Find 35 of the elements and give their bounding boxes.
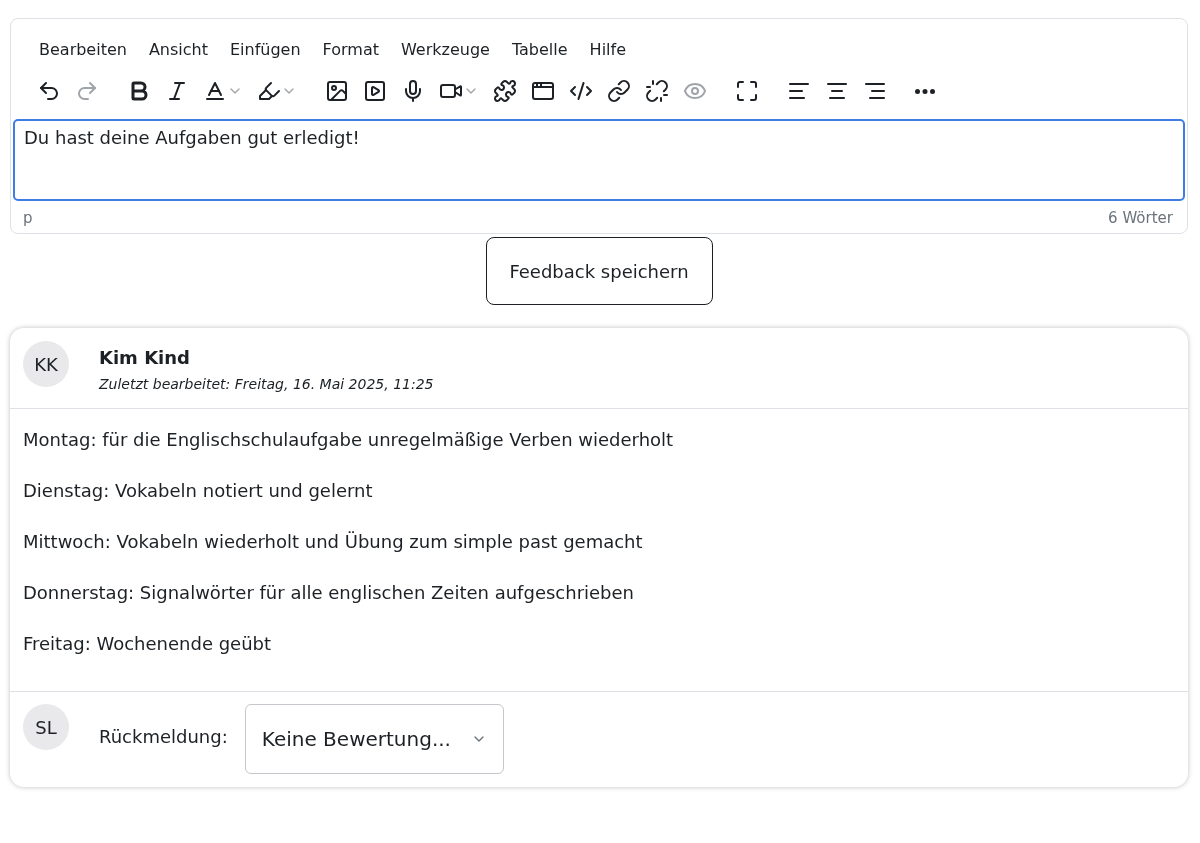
menu-item[interactable]: Hilfe: [589, 40, 626, 59]
menu-item[interactable]: Ansicht: [148, 40, 208, 59]
menu-item[interactable]: Format: [322, 40, 379, 59]
entry-text: Mittwoch: Vokabeln wiederholt und Übung zum simple past gemacht: [23, 531, 644, 552]
author-name: Kim Kind: [99, 347, 191, 368]
redo-icon: [75, 79, 99, 103]
link-icon: [607, 79, 631, 103]
menu-item[interactable]: Werkzeuge: [401, 40, 490, 59]
avatar: KK: [23, 341, 69, 387]
grade-select[interactable]: Keine Bewertung...: [244, 704, 504, 774]
text-editor-field[interactable]: Du hast deine Aufgaben gut erledigt!: [13, 119, 1185, 201]
feedback-label: Rückmeldung:: [99, 726, 228, 747]
window-icon: [531, 79, 555, 103]
more-icon: [915, 88, 935, 94]
word-count: 6 Wörter: [1108, 209, 1173, 227]
fullscreen-icon: [735, 79, 759, 103]
image-icon: [325, 79, 349, 103]
code-icon: [569, 79, 593, 103]
edited-date: Zuletzt bearbeitet: Freitag, 16. Mai 2025, 11:25: [99, 376, 434, 392]
avatar: SL: [23, 704, 69, 750]
entry-text: Montag: für die Englischschulaufgabe unregelmäßige Verben wiederholt: [23, 429, 675, 450]
menu-item[interactable]: Tabelle: [511, 40, 568, 59]
highlighter-icon: [257, 79, 281, 103]
entry-text: Freitag: Wochenende geübt: [23, 633, 273, 654]
puzzle-icon: [493, 79, 517, 103]
text-color-icon: [203, 79, 227, 103]
menu-item[interactable]: Einfügen: [230, 40, 301, 59]
save-feedback-button[interactable]: Feedback speichern: [485, 237, 713, 305]
undo-icon: [37, 79, 61, 103]
menu-item[interactable]: Bearbeiten: [39, 40, 127, 59]
play-icon: [363, 79, 387, 103]
entry-text: Dienstag: Vokabeln notiert und gelernt: [23, 480, 374, 501]
entry-text: Donnerstag: Signalwörter für alle englischen Zeiten aufgeschrieben: [23, 582, 636, 603]
unlink-icon: [645, 79, 669, 103]
element-path: p: [23, 209, 33, 227]
